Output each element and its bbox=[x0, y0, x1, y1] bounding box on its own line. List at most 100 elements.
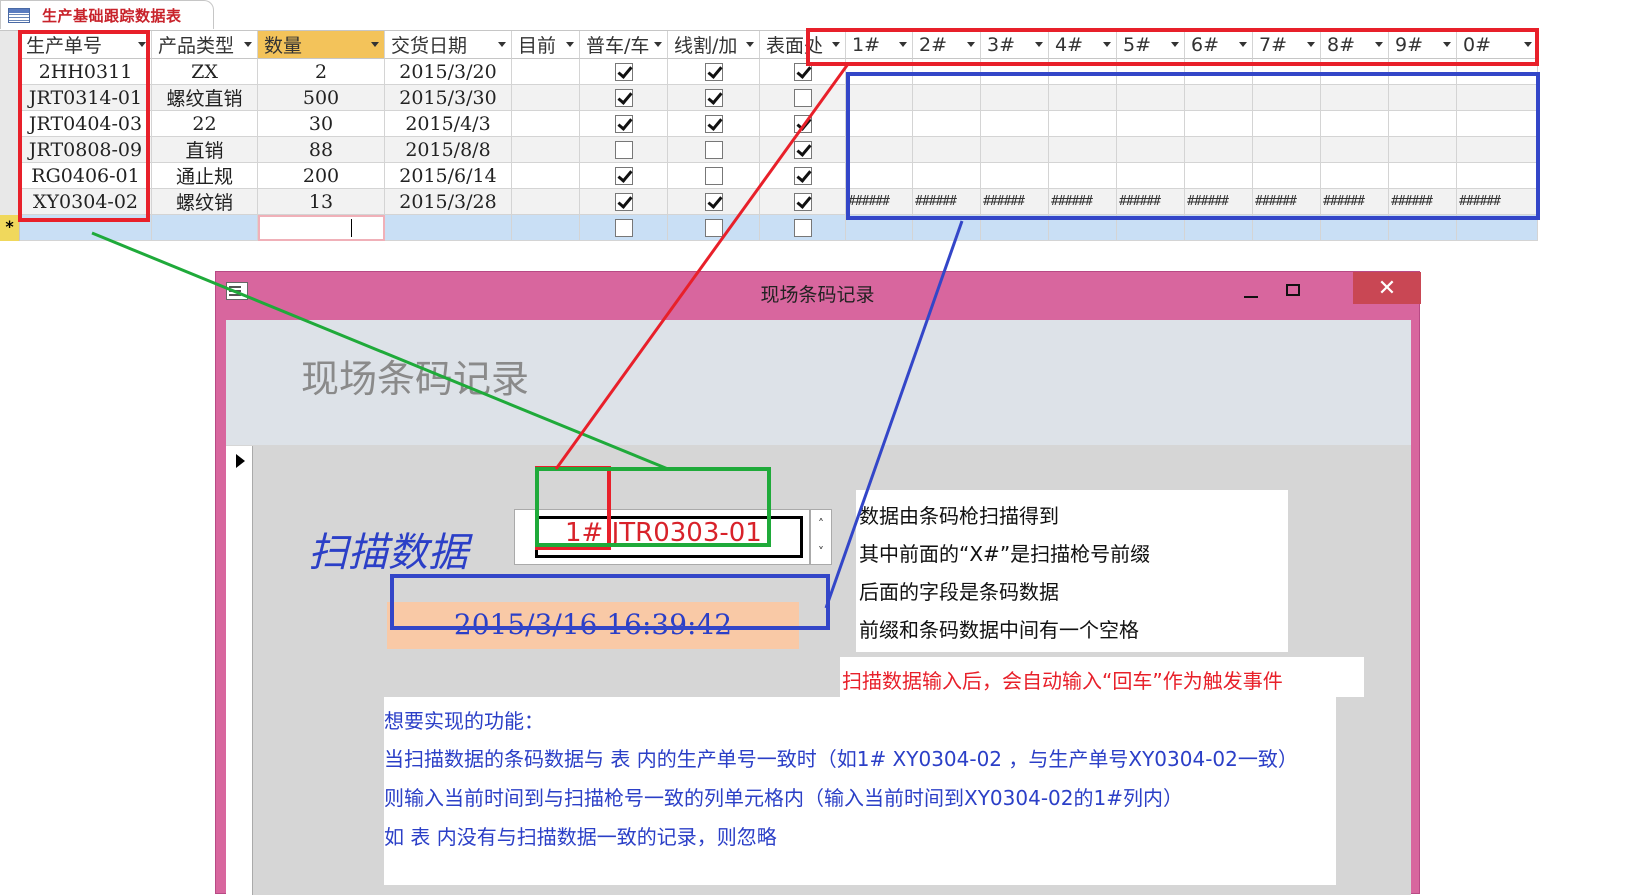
cell-value: 2 bbox=[314, 60, 328, 83]
table-cell[interactable]: 2015/4/3 bbox=[385, 111, 512, 137]
table-cell[interactable] bbox=[760, 189, 846, 215]
table-cell[interactable] bbox=[512, 59, 580, 85]
record-selector[interactable] bbox=[226, 446, 253, 895]
checkbox[interactable] bbox=[704, 218, 723, 237]
table-cell[interactable] bbox=[580, 189, 668, 215]
table-cell[interactable]: 螺纹销 bbox=[152, 189, 258, 215]
table-cell[interactable] bbox=[760, 111, 846, 137]
checkbox[interactable] bbox=[704, 62, 723, 81]
table-cell[interactable] bbox=[668, 189, 760, 215]
table-cell[interactable]: 2015/3/30 bbox=[385, 85, 512, 111]
filter-dropdown-icon[interactable] bbox=[746, 42, 754, 47]
table-cell[interactable] bbox=[760, 85, 846, 111]
table-cell[interactable] bbox=[668, 163, 760, 189]
table-cell[interactable] bbox=[512, 137, 580, 163]
maximize-button[interactable] bbox=[1278, 276, 1308, 304]
table-cell[interactable]: 88 bbox=[258, 137, 385, 163]
checkbox[interactable] bbox=[704, 166, 723, 185]
table-cell[interactable]: 直销 bbox=[152, 137, 258, 163]
table-cell[interactable]: 30 bbox=[258, 111, 385, 137]
table-cell[interactable] bbox=[760, 215, 846, 241]
checkbox[interactable] bbox=[614, 88, 633, 107]
filter-dropdown-icon[interactable] bbox=[371, 42, 379, 47]
table-cell[interactable] bbox=[668, 137, 760, 163]
checkbox[interactable] bbox=[614, 166, 633, 185]
checkbox[interactable] bbox=[793, 140, 812, 159]
table-cell[interactable]: 2015/3/20 bbox=[385, 59, 512, 85]
current-record-icon bbox=[236, 454, 245, 468]
row-selector[interactable] bbox=[0, 163, 20, 189]
close-button[interactable]: ✕ bbox=[1353, 272, 1421, 304]
column-header[interactable]: 目前 bbox=[512, 31, 580, 59]
filter-dropdown-icon[interactable] bbox=[566, 42, 574, 47]
checkbox[interactable] bbox=[793, 218, 812, 237]
column-header[interactable]: 线割/加 bbox=[668, 31, 760, 59]
table-cell[interactable] bbox=[668, 111, 760, 137]
checkbox[interactable] bbox=[704, 114, 723, 133]
table-cell[interactable] bbox=[580, 163, 668, 189]
table-cell[interactable]: 2 bbox=[258, 59, 385, 85]
table-cell[interactable] bbox=[512, 163, 580, 189]
table-cell[interactable] bbox=[512, 215, 580, 241]
window-titlebar[interactable]: 现场条码记录 ✕ bbox=[216, 272, 1421, 310]
column-header[interactable]: 产品类型 bbox=[152, 31, 258, 59]
checkbox[interactable] bbox=[614, 192, 633, 211]
checkbox[interactable] bbox=[793, 114, 812, 133]
scroll-down-icon[interactable]: ˅ bbox=[811, 538, 831, 566]
table-cell[interactable]: 13 bbox=[258, 189, 385, 215]
table-cell[interactable]: 2015/8/8 bbox=[385, 137, 512, 163]
table-cell[interactable] bbox=[512, 189, 580, 215]
table-cell[interactable] bbox=[580, 59, 668, 85]
row-selector[interactable] bbox=[0, 189, 20, 215]
column-header[interactable]: 数量 bbox=[258, 31, 385, 59]
table-cell[interactable] bbox=[580, 111, 668, 137]
select-all-corner[interactable] bbox=[0, 31, 20, 59]
column-header[interactable]: 交货日期 bbox=[385, 31, 512, 59]
table-cell[interactable] bbox=[385, 215, 512, 241]
table-cell[interactable] bbox=[512, 85, 580, 111]
checkbox[interactable] bbox=[704, 88, 723, 107]
row-selector[interactable] bbox=[0, 111, 20, 137]
table-tab[interactable]: 生产基础跟踪数据表 bbox=[0, 0, 214, 29]
filter-dropdown-icon[interactable] bbox=[654, 42, 662, 47]
table-cell[interactable]: ZX bbox=[152, 59, 258, 85]
table-cell[interactable]: 螺纹直销 bbox=[152, 85, 258, 111]
table-cell[interactable]: 2015/3/28 bbox=[385, 189, 512, 215]
checkbox[interactable] bbox=[614, 114, 633, 133]
scan-scrollbar[interactable]: ˄ ˅ bbox=[810, 509, 832, 565]
table-cell[interactable] bbox=[668, 59, 760, 85]
filter-dropdown-icon[interactable] bbox=[498, 42, 506, 47]
table-cell[interactable]: 500 bbox=[258, 85, 385, 111]
column-header[interactable]: 普车/车 bbox=[580, 31, 668, 59]
checkbox[interactable] bbox=[793, 192, 812, 211]
table-cell[interactable]: 200 bbox=[258, 163, 385, 189]
table-cell[interactable] bbox=[580, 215, 668, 241]
checkbox[interactable] bbox=[704, 140, 723, 159]
table-cell[interactable]: 2015/6/14 bbox=[385, 163, 512, 189]
table-cell[interactable] bbox=[152, 215, 258, 241]
table-cell[interactable] bbox=[668, 215, 760, 241]
minimize-button[interactable] bbox=[1236, 276, 1266, 304]
table-cell[interactable] bbox=[760, 137, 846, 163]
table-cell[interactable]: 通止规 bbox=[152, 163, 258, 189]
checkbox[interactable] bbox=[793, 166, 812, 185]
table-cell[interactable]: 22 bbox=[152, 111, 258, 137]
table-cell[interactable] bbox=[580, 137, 668, 163]
table-cell[interactable] bbox=[580, 85, 668, 111]
row-selector[interactable] bbox=[0, 59, 20, 85]
filter-dropdown-icon[interactable] bbox=[244, 42, 252, 47]
checkbox[interactable] bbox=[614, 218, 633, 237]
row-selector[interactable] bbox=[0, 137, 20, 163]
cell-value: 2015/3/30 bbox=[399, 86, 497, 109]
table-cell[interactable] bbox=[258, 215, 385, 241]
table-cell[interactable] bbox=[760, 163, 846, 189]
checkbox[interactable] bbox=[793, 88, 812, 107]
checkbox[interactable] bbox=[614, 62, 633, 81]
checkbox[interactable] bbox=[704, 192, 723, 211]
table-cell[interactable] bbox=[668, 85, 760, 111]
table-cell[interactable] bbox=[512, 111, 580, 137]
checkbox[interactable] bbox=[614, 140, 633, 159]
scroll-up-icon[interactable]: ˄ bbox=[811, 510, 831, 538]
row-selector[interactable]: * bbox=[0, 215, 20, 241]
row-selector[interactable] bbox=[0, 85, 20, 111]
